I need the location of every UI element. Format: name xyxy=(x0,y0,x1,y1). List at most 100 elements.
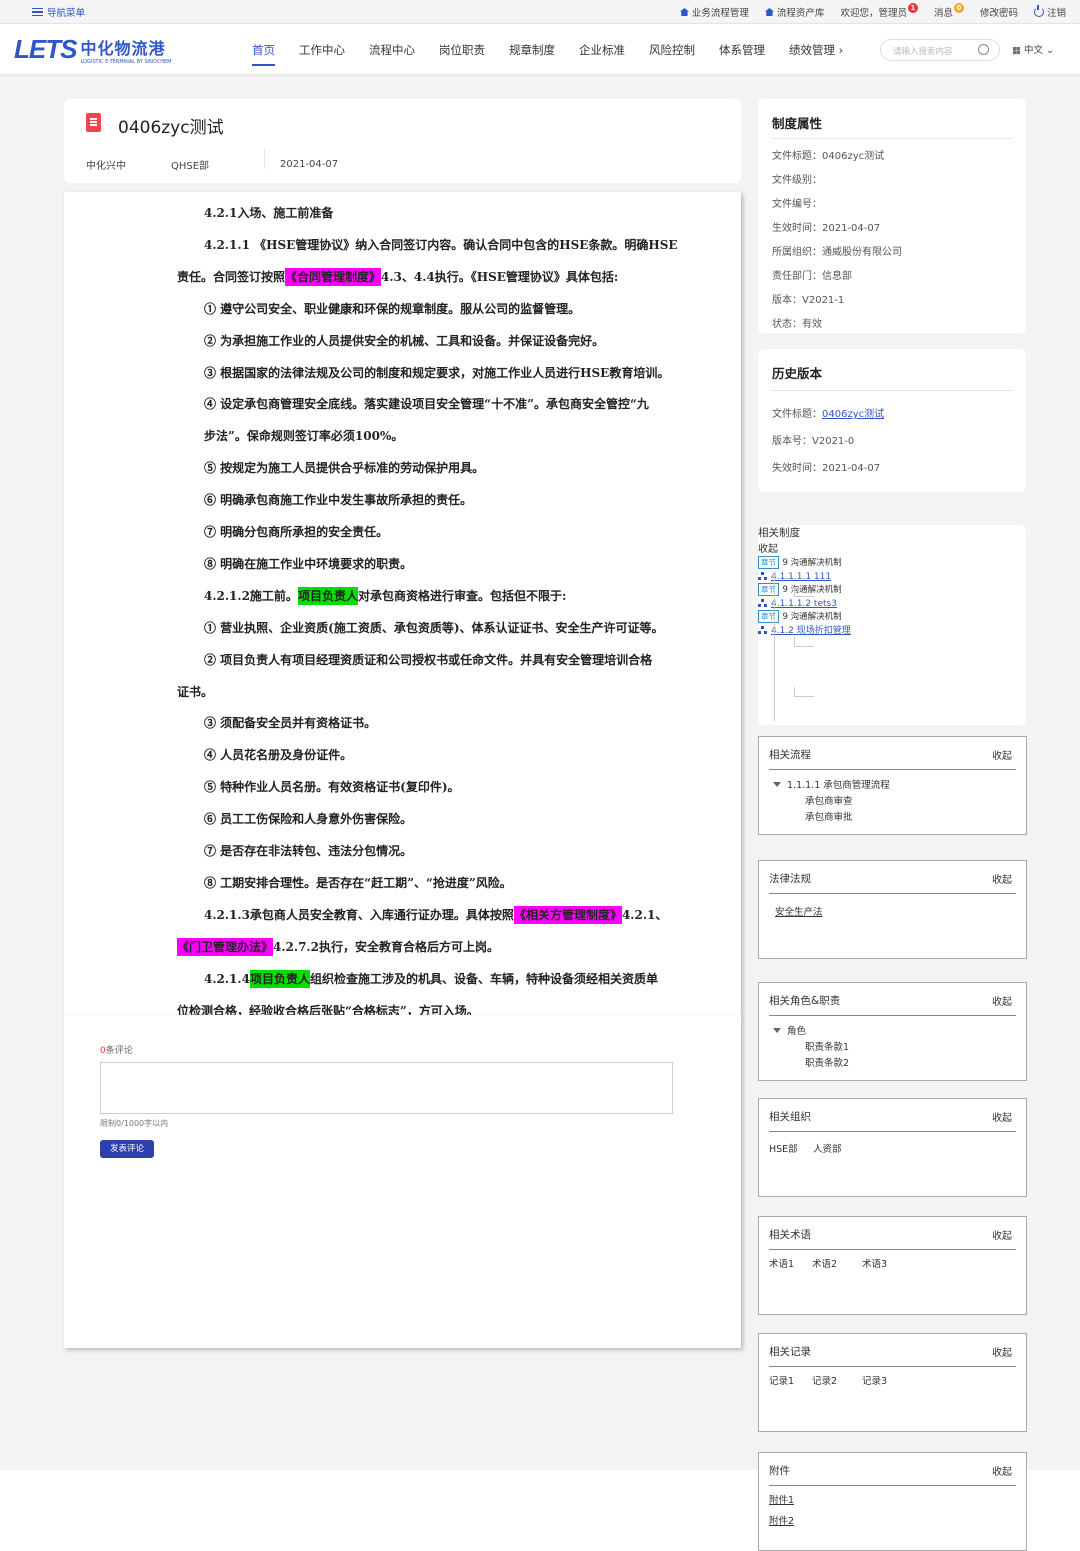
org-item[interactable]: 人资部 xyxy=(813,1141,842,1155)
record-item[interactable]: 记录3 xyxy=(862,1373,887,1387)
process-assets-link[interactable]: 流程资产库 xyxy=(764,5,824,19)
role-child[interactable]: 职责条款1 xyxy=(805,1039,849,1053)
tree-branch xyxy=(794,637,795,647)
submit-comment-button[interactable]: 发表评论 xyxy=(100,1140,154,1158)
role-child[interactable]: 职责条款2 xyxy=(805,1055,849,1069)
related-rule-child[interactable]: 4.1.1.1.2 tets3 xyxy=(758,596,1026,609)
highlighted-reference[interactable]: 项目负责人 xyxy=(249,969,310,988)
nav-risk[interactable]: 风险控制 xyxy=(649,42,695,66)
divider xyxy=(769,1249,1016,1250)
business-process-link[interactable]: 业务流程管理 xyxy=(679,5,749,19)
tree-line xyxy=(774,573,775,721)
term-item[interactable]: 术语1 xyxy=(769,1256,794,1270)
text-segment: 4.2.1、 xyxy=(621,907,668,922)
messages-link[interactable]: 消息 0 xyxy=(934,3,964,19)
document-line: ④ 设定承包商管理安全底线。落实建设项目安全管理“十不准”。承包商安全管控“九 xyxy=(204,395,649,412)
welcome-badge: 1 xyxy=(907,3,918,13)
related-process-collapse[interactable]: 收起 xyxy=(992,747,1012,762)
orgs-collapse[interactable]: 收起 xyxy=(992,1109,1012,1124)
text-segment: ⑧ 工期安排合理性。是否存在“赶工期”、“抢进度”风险。 xyxy=(204,875,512,890)
terms-collapse[interactable]: 收起 xyxy=(992,1227,1012,1242)
change-password-link[interactable]: 修改密码 xyxy=(980,5,1018,19)
logo-lets: LETS xyxy=(14,34,77,64)
search-icon[interactable] xyxy=(978,44,989,55)
document-line: ① 遵守公司安全、职业健康和环保的规章制度。服从公司的监督管理。 xyxy=(204,300,580,317)
document-line: ⑧ 工期安排合理性。是否存在“赶工期”、“抢进度”风险。 xyxy=(204,874,512,891)
process-child[interactable]: 承包商审查 xyxy=(805,793,853,807)
menu-icon xyxy=(32,8,43,16)
search-input[interactable]: 请输入搜索内容 xyxy=(880,39,1000,61)
document-line: 4.2.1.4项目负责人组织检查施工涉及的机具、设备、车辆，特种设备须经相关资质… xyxy=(204,969,658,988)
nav-standards[interactable]: 企业标准 xyxy=(579,42,625,66)
comment-input[interactable] xyxy=(100,1062,673,1114)
home-icon xyxy=(764,8,774,16)
text-segment: ② 为承担施工作业的人员提供安全的机械、工具和设备。并保证设备完好。 xyxy=(204,333,605,348)
attachment-link[interactable]: 附件2 xyxy=(769,1513,794,1527)
record-item[interactable]: 记录1 xyxy=(769,1373,794,1387)
chapter-tag: 章节 xyxy=(758,610,779,623)
org-chart-icon xyxy=(758,626,767,634)
attachment-link[interactable]: 附件1 xyxy=(769,1492,794,1506)
text-segment: 4.2.1.3承包商人员安全教育、入库通行证办理。具体按照 xyxy=(204,907,514,922)
language-select[interactable]: ▦ 中文 ⌄ xyxy=(1012,42,1054,56)
prop-organization: 所属组织：通威股份有限公司 xyxy=(772,247,902,258)
records-collapse[interactable]: 收起 xyxy=(992,1344,1012,1359)
comment-limit: 限制0/1000字以内 xyxy=(100,1119,169,1128)
nav-positions[interactable]: 岗位职责 xyxy=(439,42,485,66)
nav-system[interactable]: 体系管理 xyxy=(719,42,765,66)
highlighted-reference[interactable]: 《相关方管理制度》 xyxy=(513,905,622,924)
meta-divider xyxy=(264,149,265,169)
nav-home[interactable]: 首页 xyxy=(252,42,275,66)
divider xyxy=(769,893,1016,894)
term-item[interactable]: 术语2 xyxy=(812,1256,837,1270)
logout-link[interactable]: 注销 xyxy=(1033,5,1066,19)
attachments-title: 附件 xyxy=(769,1465,790,1477)
highlighted-reference[interactable]: 《合同管理制度》 xyxy=(285,267,382,286)
laws-card: 法律法规 收起 安全生产法 xyxy=(758,860,1027,959)
document-line: 4.2.1.2施工前。项目负责人对承包商资格进行审查。包括但不限于: xyxy=(204,586,566,605)
translate-icon: ▦ xyxy=(1012,45,1021,56)
process-root[interactable]: 1.1.1.1 承包商管理流程 xyxy=(773,777,890,791)
welcome-user[interactable]: 欢迎您，管理员 1 xyxy=(840,3,918,19)
related-rules-card: 相关制度 收起 章节 9 沟通解决机制 4.1.1.1.1 111 章节 9 沟通解… xyxy=(758,525,1026,725)
chapter-tag: 章节 xyxy=(758,583,779,596)
related-rule-parent[interactable]: 章节 9 沟通解决机制 xyxy=(758,555,1026,569)
nav-work-center[interactable]: 工作中心 xyxy=(299,42,345,66)
related-rule-parent[interactable]: 章节 9 沟通解决机制 xyxy=(758,609,1026,623)
roles-collapse[interactable]: 收起 xyxy=(992,993,1012,1008)
text-segment: ② 项目负责人有项目经理资质证和公司授权书或任命文件。并具有安全管理培训合格 xyxy=(204,652,653,667)
role-root[interactable]: 角色 xyxy=(773,1023,806,1037)
document-line: ⑦ 是否存在非法转包、违法分包情况。 xyxy=(204,842,412,859)
text-segment: ④ 人员花名册及身份证件。 xyxy=(204,748,353,763)
logo[interactable]: LETS 中化物流港 LOGISTIC E-TERMINAL BY SINOCH… xyxy=(14,34,172,65)
term-item[interactable]: 术语3 xyxy=(862,1256,887,1270)
nav-regulations[interactable]: 规章制度 xyxy=(509,42,555,66)
document-department: QHSE部 xyxy=(171,161,210,172)
org-item[interactable]: HSE部 xyxy=(769,1141,798,1155)
related-rules-title: 相关制度 xyxy=(758,527,800,539)
nav-performance[interactable]: 绩效管理 › xyxy=(789,42,843,66)
highlighted-reference[interactable]: 项目负责人 xyxy=(297,586,358,605)
record-item[interactable]: 记录2 xyxy=(812,1373,837,1387)
history-file-link[interactable]: 0406zyc测试 xyxy=(822,409,884,420)
process-child[interactable]: 承包商审批 xyxy=(805,809,853,823)
prop-department: 责任部门：信息部 xyxy=(772,271,852,282)
related-rule-child[interactable]: 4.1.1.1.1 111 xyxy=(758,569,1026,582)
law-link[interactable]: 安全生产法 xyxy=(775,904,823,918)
related-rule-child[interactable]: 4.1.2 现场折扣管理 xyxy=(758,623,1026,636)
tree-branch xyxy=(794,587,795,597)
text-segment: 4.2.1.1 《HSE管理协议》纳入合同签订内容。确认合同中包含的HSE条款。… xyxy=(204,237,678,252)
related-rules-collapse[interactable]: 收起 xyxy=(758,540,1026,555)
orgs-title: 相关组织 xyxy=(769,1111,811,1123)
divider xyxy=(772,138,1012,139)
laws-collapse[interactable]: 收起 xyxy=(992,871,1012,886)
text-segment: ③ 根据国家的法律法规及公司的制度和规定要求，对施工作业人员进行HSE教育培训。 xyxy=(204,365,670,380)
attachments-collapse[interactable]: 收起 xyxy=(992,1463,1012,1478)
document-content: 4.2.1入场、施工前准备 4.2.1.1 《HSE管理协议》纳入合同签订内容。确… xyxy=(64,192,741,1018)
nav-menu-button[interactable]: 导航菜单 xyxy=(32,5,85,19)
divider xyxy=(772,390,1012,391)
related-rule-parent[interactable]: 章节 9 沟通解决机制 xyxy=(758,582,1026,596)
nav-process-center[interactable]: 流程中心 xyxy=(369,42,415,66)
highlighted-reference[interactable]: 《门卫管理办法》 xyxy=(177,937,274,956)
text-segment: ⑦ 是否存在非法转包、违法分包情况。 xyxy=(204,844,413,858)
